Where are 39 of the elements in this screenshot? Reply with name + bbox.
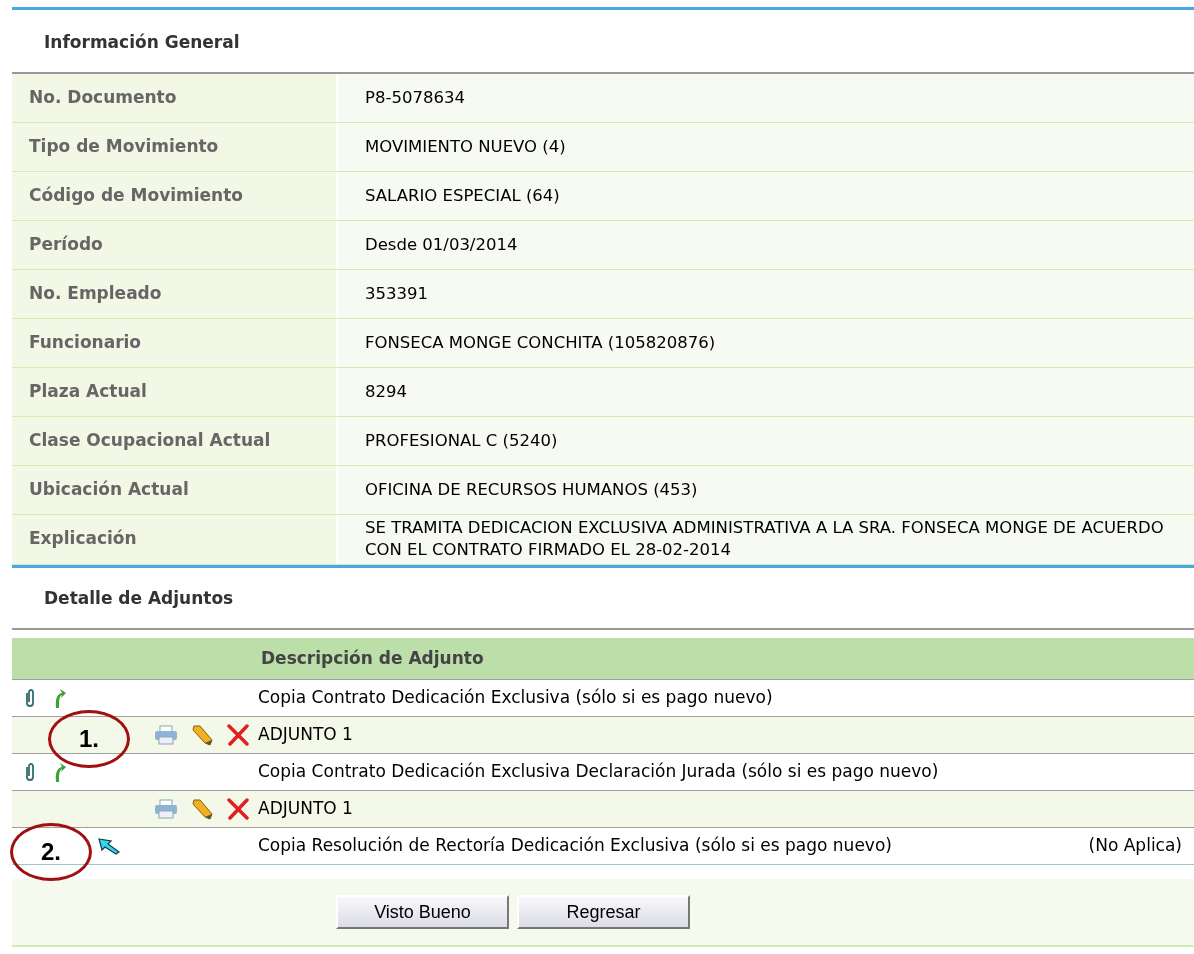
field-value: P8-5078634 (338, 73, 1194, 122)
attachment-file-name[interactable]: ADJUNTO 1 (258, 796, 353, 822)
attachment-description: Copia Contrato Dedicación Exclusiva Declaración Jurada (sólo si es pago nuevo) (258, 760, 939, 784)
field-label: Plaza Actual (12, 367, 338, 416)
field-value: 353391 (338, 269, 1194, 318)
table-header: Descripción de Adjunto (12, 638, 1194, 680)
field-value: 8294 (338, 367, 1194, 416)
attachment-description: Copia Contrato Dedicación Exclusiva (sólo si es pago nuevo) (258, 686, 773, 710)
attachment-description: Copia Resolución de Rectoría Dedicación Exclusiva (sólo si es pago nuevo) (258, 834, 893, 858)
printer-icon[interactable] (154, 799, 178, 819)
field-value: PROFESIONAL C (5240) (338, 416, 1194, 465)
field-label: Tipo de Movimiento (12, 122, 338, 171)
field-label: Período (12, 220, 338, 269)
attachment-file-name[interactable]: ADJUNTO 1 (258, 722, 353, 748)
paperclip-icon[interactable] (24, 688, 36, 708)
action-button[interactable]: Regresar (517, 895, 690, 929)
delete-icon[interactable] (226, 724, 250, 746)
field-value: OFICINA DE RECURSOS HUMANOS (453) (338, 465, 1194, 514)
field-label: Clase Ocupacional Actual (12, 416, 338, 465)
field-label: Explicación (12, 514, 338, 564)
section-title: Detalle de Adjuntos (43, 586, 234, 610)
field-label: Funcionario (12, 318, 338, 367)
field-label: Ubicación Actual (12, 465, 338, 514)
paperclip-icon[interactable] (24, 762, 36, 782)
printer-icon[interactable] (154, 725, 178, 745)
field-label: No. Documento (12, 73, 338, 122)
pencil-icon[interactable] (190, 798, 214, 820)
status-text: (No Aplica) (1088, 834, 1183, 858)
field-value: SALARIO ESPECIAL (64) (338, 171, 1194, 220)
pencil-icon[interactable] (190, 724, 214, 746)
field-value: Desde 01/03/2014 (338, 220, 1194, 269)
action-button[interactable]: Visto Bueno (336, 895, 509, 929)
field-value: FONSECA MONGE CONCHITA (105820876) (338, 318, 1194, 367)
field-label: Código de Movimiento (12, 171, 338, 220)
field-value: SE TRAMITA DEDICACION EXCLUSIVA ADMINISTRATIVA A LA SRA. FONSECA MONGE DE ACUERDO CON EL CONTRATO FIRMADO EL 28-02-2014 (338, 514, 1194, 564)
section-title: Información General (43, 31, 240, 54)
field-value: MOVIMIENTO NUEVO (4) (338, 122, 1194, 171)
field-label: No. Empleado (12, 269, 338, 318)
delete-icon[interactable] (226, 798, 250, 820)
